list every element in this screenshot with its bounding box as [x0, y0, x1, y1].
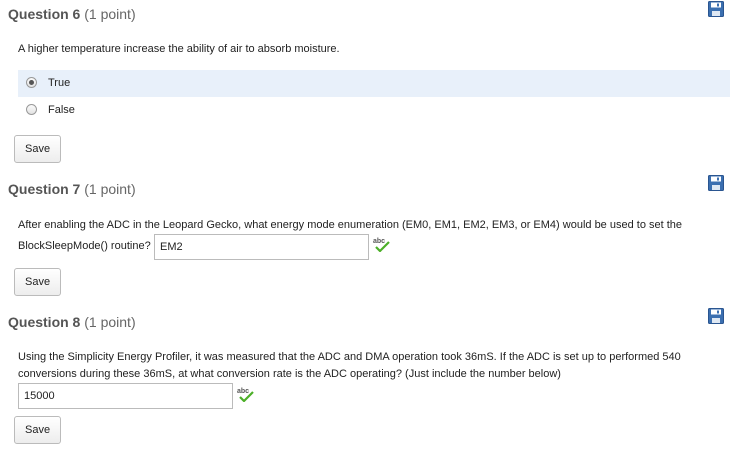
question-7-answer-field[interactable]	[154, 234, 369, 260]
question-8-text-line-2: conversions during these 36mS, at what c…	[18, 368, 561, 380]
question-7-text-line-1: After enabling the ADC in the Leopard Ge…	[18, 219, 683, 231]
floppy-disk-icon[interactable]	[708, 175, 724, 191]
question-6-save-button[interactable]: Save	[14, 135, 62, 163]
question-7-points: (1 point)	[84, 181, 136, 197]
question-6-text: A higher temperature increase the abilit…	[18, 43, 340, 55]
question-8-points: (1 point)	[84, 314, 136, 330]
question-7-text-line-2: BlockSleepMode() routine?	[18, 240, 151, 252]
floppy-disk-icon[interactable]	[708, 308, 724, 324]
question-8-answer-field[interactable]	[18, 383, 233, 409]
question-7-save-button[interactable]: Save	[14, 268, 62, 296]
choice-true-label: True	[48, 77, 71, 89]
choice-false-label: False	[48, 104, 75, 116]
question-6-title: Question 6 (1 point)	[8, 6, 136, 22]
question-7-title: Question 7 (1 point)	[8, 181, 136, 197]
question-8-save-button[interactable]: Save	[14, 416, 62, 444]
question-8-label: Question 8	[8, 314, 81, 330]
question-8-title: Question 8 (1 point)	[8, 314, 136, 330]
spellcheck-icon[interactable]: abc	[237, 386, 255, 402]
radio-false[interactable]	[26, 104, 37, 115]
spellcheck-label: abc	[373, 238, 385, 245]
question-6-points: (1 point)	[84, 6, 136, 22]
choice-false[interactable]: False	[18, 97, 730, 124]
question-6-label: Question 6	[8, 6, 81, 22]
question-7-label: Question 7	[8, 181, 81, 197]
choice-true[interactable]: True	[18, 70, 730, 97]
spellcheck-icon[interactable]: abc	[373, 236, 391, 252]
question-8-text-line-1: Using the Simplicity Energy Profiler, it…	[18, 351, 681, 363]
radio-true[interactable]	[26, 77, 37, 88]
spellcheck-label: abc	[237, 388, 249, 395]
floppy-disk-icon[interactable]	[708, 1, 724, 17]
